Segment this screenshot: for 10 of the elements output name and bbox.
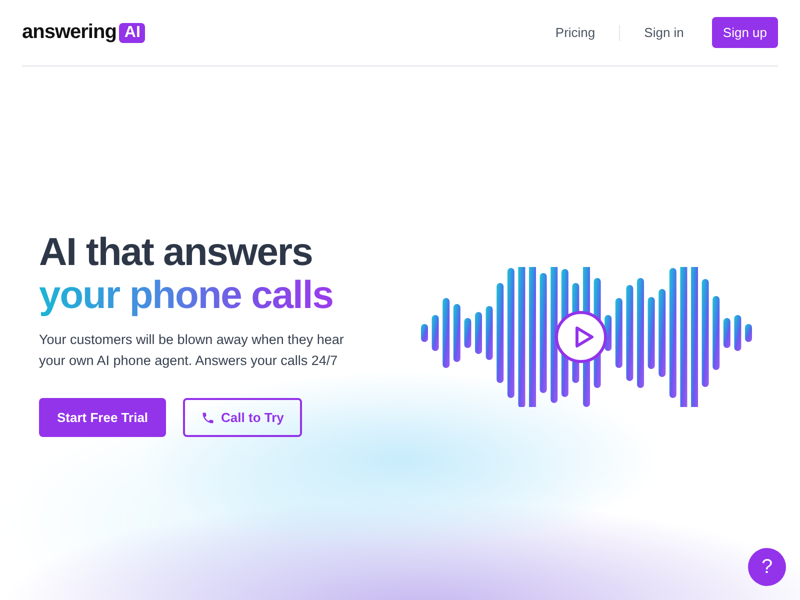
nav-link[interactable]: Pricing (555, 25, 596, 40)
sign-up-button[interactable]: Sign up (712, 17, 778, 48)
help-button[interactable]: ? (748, 548, 786, 586)
hero-title: AI that answers (39, 231, 314, 274)
phone-icon (201, 410, 216, 424)
logo[interactable]: answering AI (22, 21, 146, 44)
hero-subtitle: Your customers will be blown away when they hear your own AI phone agent. Answers your calls 24/7 (39, 331, 345, 370)
call-button[interactable]: Call to Try (183, 398, 302, 437)
start-trial-button[interactable]: Start Free Trial (39, 398, 166, 437)
nav-link[interactable]: Sign in (644, 25, 684, 40)
